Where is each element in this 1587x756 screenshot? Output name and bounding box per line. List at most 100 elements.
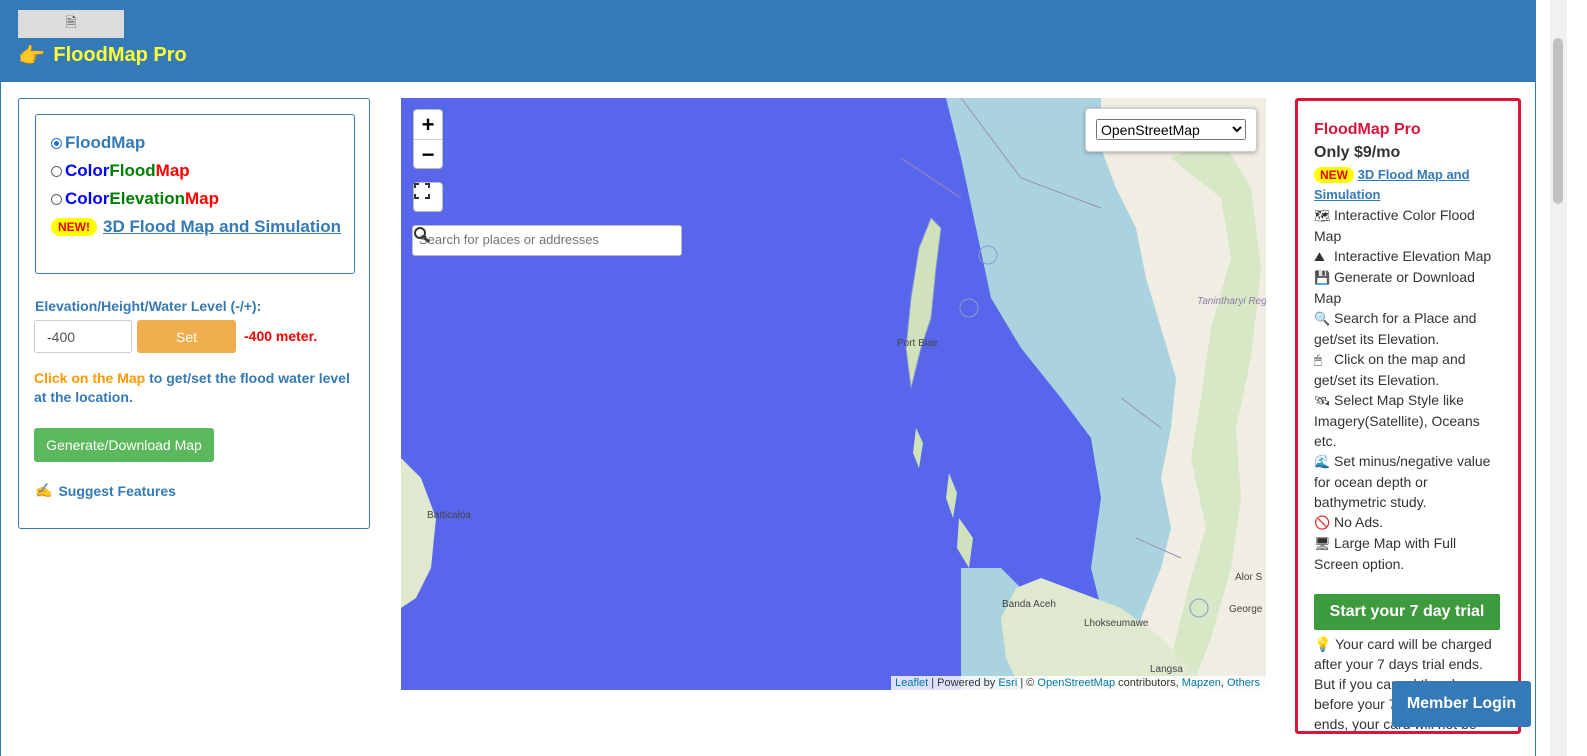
zoom-control: + − [413, 109, 443, 169]
frame-left-border [0, 82, 1, 756]
pro-price: Only $9/mo [1314, 144, 1401, 161]
feature-text: Click on the map and get/set its Elevati… [1314, 351, 1466, 388]
map-label-port-blair: Port Blair [897, 338, 939, 349]
feature-list: 🗺 Interactive Color Flood Map ⛰ Interactive… [1314, 205, 1494, 574]
zoom-out-button[interactable]: − [414, 140, 442, 169]
option-color-floodmap-part3: Map [155, 161, 190, 180]
magnifier-icon: 🔍 [1314, 311, 1331, 326]
radio-color-elevationmap[interactable] [51, 193, 62, 205]
monitor-icon: 🖥 [1314, 536, 1331, 551]
feature-text: Set minus/negative value for ocean depth… [1314, 453, 1491, 510]
feature-text: Generate or Download Map [1314, 269, 1475, 306]
map-label-george: George [1229, 604, 1263, 615]
option-floodmap-label: FloodMap [65, 133, 146, 152]
map-search-box [412, 225, 682, 256]
link-3d-flood-map[interactable]: 3D Flood Map and Simulation [103, 217, 341, 237]
feature-item: 🗺 Interactive Color Flood Map [1314, 205, 1494, 246]
app-title[interactable]: FloodMap Pro [53, 44, 186, 67]
click-info: Click on the Map to get/set the flood wa… [34, 369, 359, 407]
map-attribution: Leaflet | Powered by Esri | © OpenStreet… [891, 676, 1266, 690]
suggest-features-link[interactable]: ✍ Suggest Features [35, 482, 176, 499]
radio-floodmap[interactable] [51, 137, 62, 149]
map-label-alor: Alor S [1235, 572, 1263, 583]
layer-switcher: OpenStreetMap [1085, 108, 1257, 152]
fullscreen-button[interactable] [413, 182, 443, 212]
map-canvas [401, 98, 1266, 690]
radio-color-floodmap[interactable] [51, 165, 62, 177]
page-header: 🗎 👉 FloodMap Pro [0, 0, 1536, 82]
pro-promo-content: FloodMap Pro Only $9/mo NEW 3D Flood Map… [1314, 119, 1500, 731]
option-3d-link-row: NEW! 3D Flood Map and Simulation [51, 217, 341, 237]
lightbulb-icon: 💡 [1314, 636, 1332, 652]
feature-item: 💾 Generate or Download Map [1314, 267, 1494, 308]
option-color-elevationmap-part3: Map [184, 189, 219, 208]
no-entry-icon: 🚫 [1314, 515, 1331, 530]
attribution-mapzen-link[interactable]: Mapzen [1182, 677, 1221, 689]
option-color-elevationmap[interactable]: Color Elevation Map [51, 189, 219, 209]
search-icon[interactable] [413, 226, 431, 244]
attribution-sep: | © [1017, 677, 1038, 689]
option-color-floodmap-part2: Flood [109, 161, 156, 180]
flood-map[interactable]: Port Blair Banda Aceh Lhokseumawe Battic… [401, 98, 1266, 690]
basemap-select[interactable]: OpenStreetMap [1096, 119, 1246, 140]
map-label-batticaloa: Batticaloa [427, 510, 471, 521]
suggest-features-label: Suggest Features [58, 482, 176, 499]
feature-text: Interactive Elevation Map [1334, 248, 1492, 264]
feature-item: 🌊 Set minus/negative value for ocean dept… [1314, 451, 1494, 512]
satellite-icon: 🛰 [1314, 393, 1331, 408]
map-label-banda-aceh: Banda Aceh [1002, 599, 1056, 610]
pro-title: FloodMap Pro [1314, 121, 1421, 138]
attribution-esri-link[interactable]: Esri [998, 677, 1017, 689]
save-icon: 💾 [1314, 270, 1331, 285]
map-label-tanintharyi: Tanintharyi Region [1197, 296, 1266, 307]
option-color-floodmap-part1: Color [65, 161, 110, 180]
feature-item: 🔍 Search for a Place and get/set its Elev… [1314, 308, 1494, 349]
title-row: 👉 FloodMap Pro [18, 44, 187, 67]
fullscreen-icon [414, 183, 430, 199]
zoom-in-button[interactable]: + [414, 110, 442, 140]
frame-right-border [1535, 0, 1536, 756]
pointing-hand-icon: 👉 [18, 42, 46, 68]
map-label-lhokseumawe: Lhokseumawe [1084, 618, 1149, 629]
attribution-leaflet-link[interactable]: Leaflet [895, 677, 928, 689]
pro-promo-panel: FloodMap Pro Only $9/mo NEW 3D Flood Map… [1295, 98, 1521, 734]
map-icon: 🗺 [1314, 208, 1331, 223]
option-floodmap[interactable]: FloodMap [51, 133, 145, 153]
elevation-label: Elevation/Height/Water Level (-/+): [35, 298, 262, 314]
new-badge: NEW! [51, 218, 97, 236]
attribution-others-link[interactable]: Others [1227, 677, 1260, 689]
scrollbar-thumb[interactable] [1553, 38, 1563, 204]
feature-item: 🖱 Click on the map and get/set its Elevat… [1314, 349, 1494, 390]
feature-item: 🛰 Select Map Style like Imagery(Satellite… [1314, 390, 1494, 451]
generate-download-button[interactable]: Generate/Download Map [34, 428, 214, 462]
option-color-floodmap[interactable]: Color Flood Map [51, 161, 190, 181]
elevation-display: -400 meter. [244, 328, 318, 344]
feature-text: Large Map with Full Screen option. [1314, 535, 1457, 572]
map-type-options: FloodMap Color Flood Map Color Elevation M… [35, 114, 355, 274]
feature-text: No Ads. [1334, 514, 1384, 530]
attribution-osm-link[interactable]: OpenStreetMap [1037, 677, 1115, 689]
member-login-button[interactable]: Member Login [1392, 681, 1531, 727]
elevation-input[interactable] [34, 320, 132, 353]
mouse-icon: 🖱 [1314, 352, 1322, 367]
attribution-powered: | Powered by [928, 677, 999, 689]
option-color-elevationmap-part2: Elevation [109, 189, 185, 208]
feature-item: 🚫 No Ads. [1314, 512, 1494, 533]
page-scrollbar[interactable] [1550, 0, 1567, 756]
option-color-elevationmap-part1: Color [65, 189, 110, 208]
wave-icon: 🌊 [1314, 454, 1331, 469]
feature-text: Search for a Place and get/set its Eleva… [1314, 310, 1477, 347]
attribution-contrib: contributors, [1115, 677, 1182, 689]
pencil-icon: ✍ [35, 482, 53, 498]
document-icon: 🗎 [65, 14, 77, 30]
map-label-langsa: Langsa [1150, 664, 1183, 675]
logo-placeholder[interactable]: 🗎 [18, 10, 124, 38]
feature-item: 🖥 Large Map with Full Screen option. [1314, 533, 1494, 574]
feature-item: ⛰ Interactive Elevation Map [1314, 246, 1494, 267]
set-button[interactable]: Set [137, 320, 236, 353]
flood-area [401, 98, 1101, 690]
mountain-icon: ⛰ [1314, 249, 1325, 264]
map-search-input[interactable] [413, 226, 655, 253]
start-trial-button[interactable]: Start your 7 day trial [1314, 594, 1500, 630]
feature-text: Select Map Style like Imagery(Satellite)… [1314, 392, 1480, 449]
